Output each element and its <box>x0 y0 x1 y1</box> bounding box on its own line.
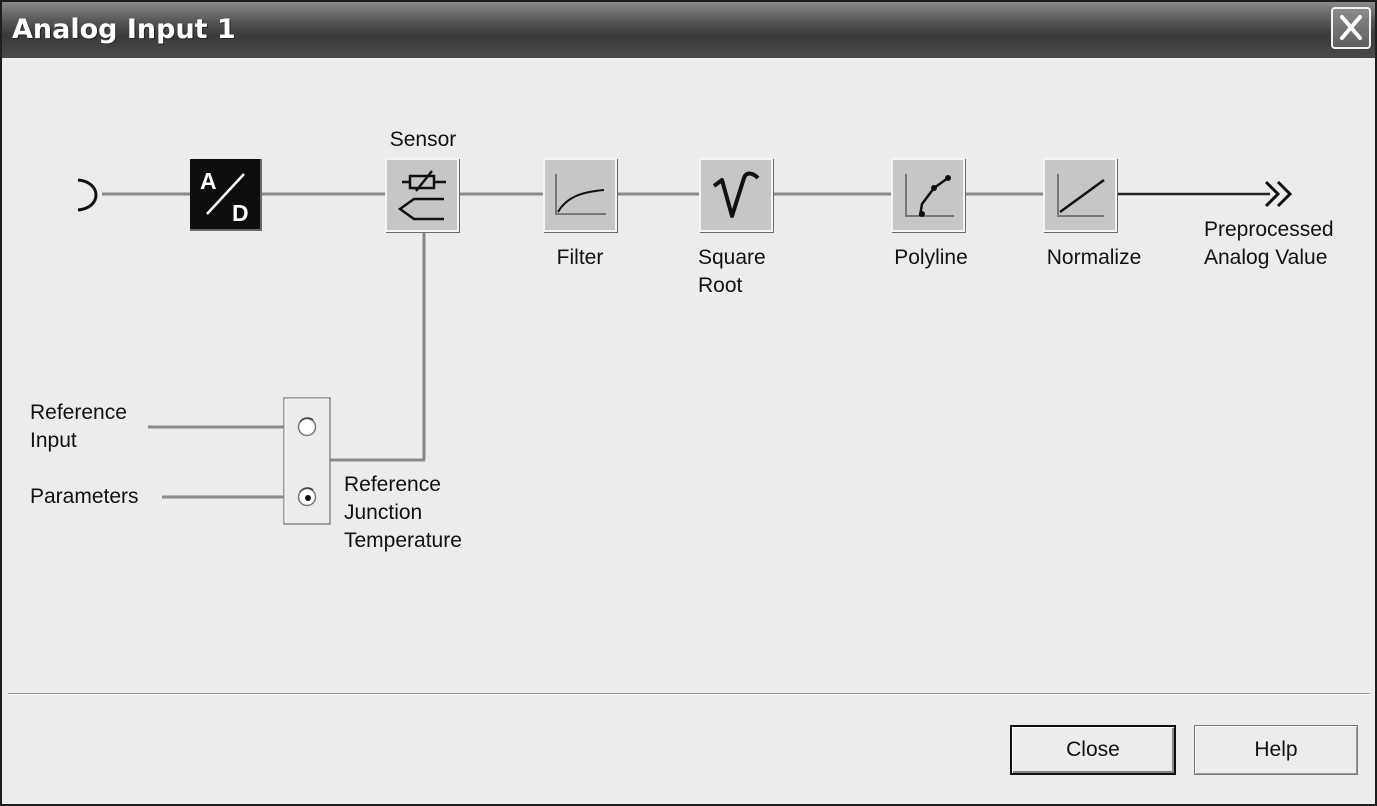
dialog-window: Analog Input 1 A D Sensor Filter Square … <box>0 0 1377 806</box>
output-label-line1: Preprocessed <box>1204 218 1334 241</box>
close-button[interactable]: Close <box>1010 725 1176 775</box>
help-button[interactable]: Help <box>1194 725 1358 775</box>
radio-parameters[interactable] <box>297 487 317 507</box>
square-root-label-line1: Square <box>698 246 766 269</box>
close-window-button[interactable] <box>1331 7 1371 49</box>
sensor-label: Sensor <box>376 126 470 154</box>
polyline-label-text: Polyline <box>894 246 968 269</box>
normalize-block[interactable] <box>1043 158 1118 233</box>
ad-label-d: D <box>232 200 249 226</box>
polyline-block[interactable] <box>891 158 966 233</box>
connection-wires <box>102 192 1270 499</box>
reference-input-label: Reference Input <box>30 399 127 455</box>
help-button-label: Help <box>1254 738 1298 761</box>
radio-reference-input[interactable] <box>297 417 317 437</box>
dialog-content: A D Sensor Filter Square Root Polyline N… <box>4 58 1373 802</box>
sensor-block[interactable] <box>385 158 460 233</box>
close-icon <box>1340 15 1362 40</box>
reference-junction-label-line3: Temperature <box>344 529 462 552</box>
parameters-label-text: Parameters <box>30 485 139 508</box>
filter-label-text: Filter <box>556 246 604 269</box>
output-label-line2: Analog Value <box>1204 246 1328 269</box>
output-label: Preprocessed Analog Value <box>1204 216 1334 272</box>
normalize-label: Normalize <box>1034 244 1154 272</box>
filter-block[interactable] <box>543 158 618 233</box>
input-connector-icon <box>77 178 98 212</box>
reference-input-label-line1: Reference <box>30 401 127 424</box>
radio-selected-dot <box>305 495 311 501</box>
ad-converter-block[interactable]: A D <box>190 159 262 231</box>
title-bar[interactable]: Analog Input 1 <box>2 2 1375 58</box>
square-root-label: Square Root <box>698 244 766 300</box>
reference-junction-label: Reference Junction Temperature <box>344 471 462 555</box>
square-root-label-line2: Root <box>698 274 743 297</box>
window-title: Analog Input 1 <box>12 14 236 45</box>
separator-line <box>8 693 1370 695</box>
normalize-label-text: Normalize <box>1046 246 1142 269</box>
close-button-label: Close <box>1066 738 1120 761</box>
filter-label: Filter <box>530 244 630 272</box>
reference-junction-label-line1: Reference <box>344 473 441 496</box>
ad-label-a: A <box>200 168 217 194</box>
parameters-label: Parameters <box>30 483 139 511</box>
polyline-label: Polyline <box>876 244 986 272</box>
signal-flow-diagram: A D <box>77 158 1293 525</box>
sensor-label-text: Sensor <box>389 128 457 151</box>
reference-input-label-line2: Input <box>30 429 77 452</box>
reference-junction-label-line2: Junction <box>344 501 423 524</box>
square-root-block[interactable] <box>699 158 774 233</box>
